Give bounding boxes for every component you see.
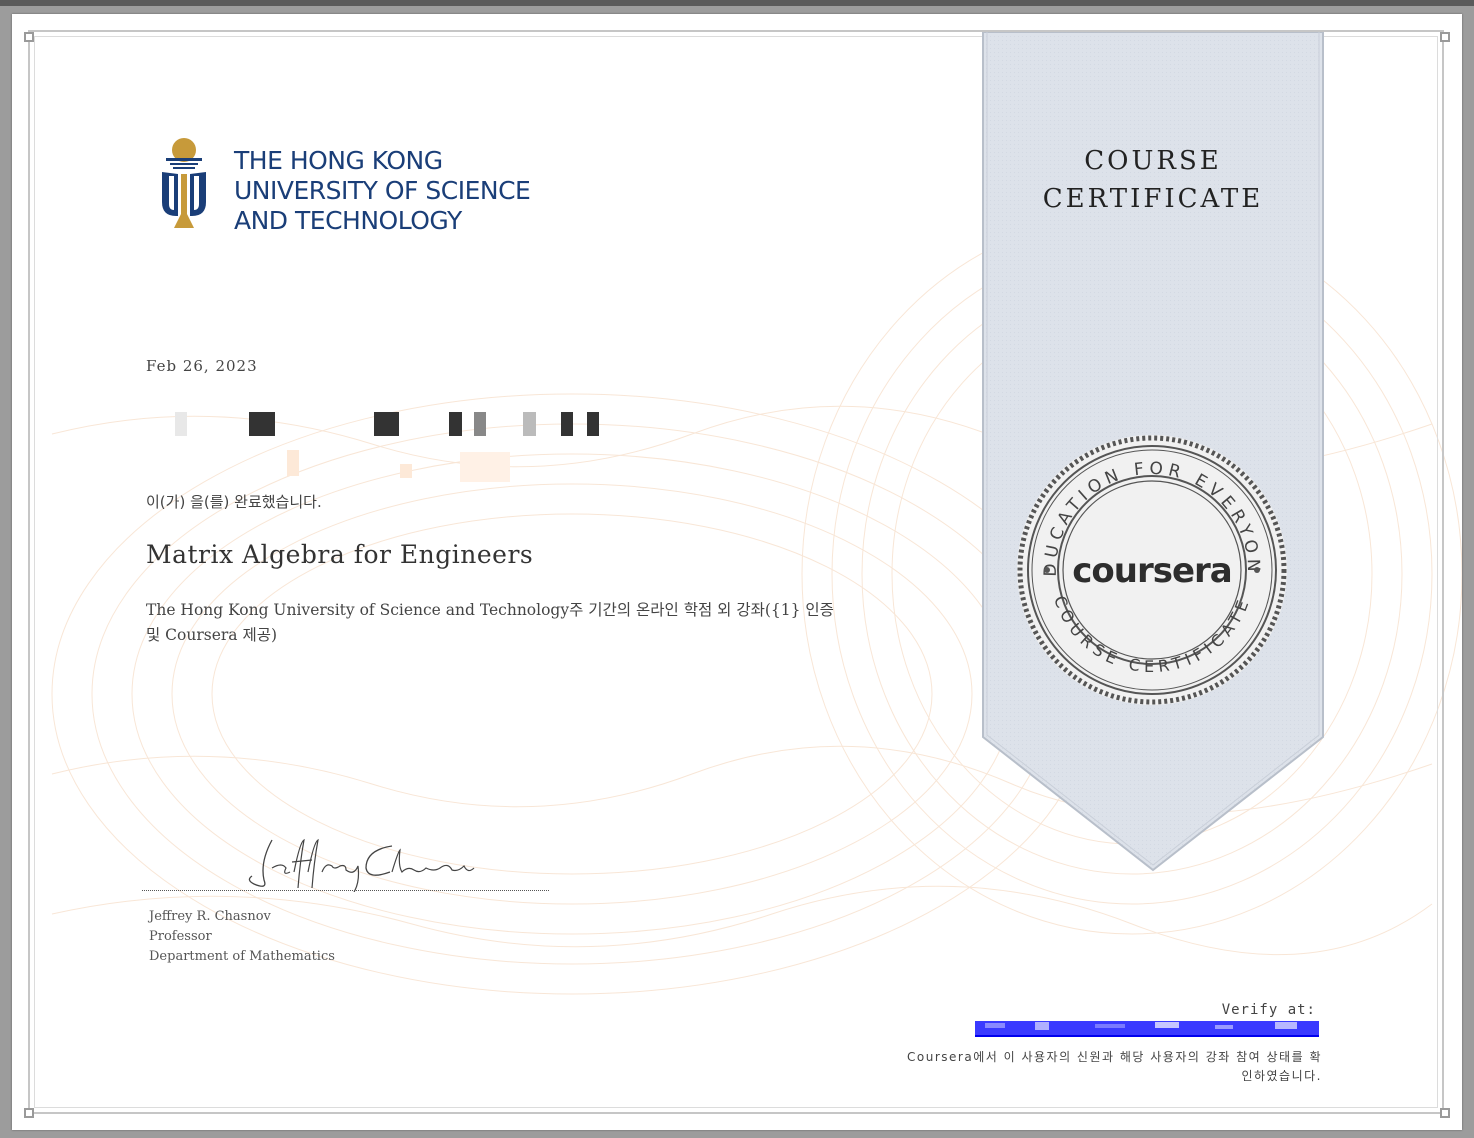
redacted-recipient-name	[175, 412, 599, 482]
ribbon-line-2: CERTIFICATE	[1042, 184, 1264, 214]
institution-line-3: AND TECHNOLOGY	[234, 206, 462, 235]
signer-department: Department of Mathematics	[149, 949, 335, 964]
corner-ornament	[24, 1108, 34, 1118]
certificate-page: THE HONG KONG UNIVERSITY OF SCIENCE AND …	[12, 14, 1462, 1130]
hkust-logo: THE HONG KONG UNIVERSITY OF SCIENCE AND …	[158, 136, 538, 246]
ribbon-line-1: COURSE	[1084, 146, 1222, 176]
verify-note-line-2: 인하였습니다.	[1241, 1069, 1322, 1083]
seal-brand: coursera	[1072, 551, 1232, 591]
verify-note-line-1: Coursera에서 이 사용자의 신원과 해당 사용자의 강좌 참여 상태를 …	[907, 1050, 1322, 1064]
course-description: The Hong Kong University of Science and …	[146, 601, 834, 644]
viewer-top-bar	[0, 0, 1474, 6]
completion-statement: 이(가) 을(를) 완료했습니다.	[146, 493, 322, 511]
ribbon-title: COURSE CERTIFICATE	[984, 142, 1322, 218]
institution-line-2: UNIVERSITY OF SCIENCE	[234, 176, 531, 205]
verify-link[interactable]	[975, 1019, 1319, 1039]
institution-line-1: THE HONG KONG	[234, 146, 443, 175]
institution-name: THE HONG KONG UNIVERSITY OF SCIENCE AND …	[234, 146, 531, 236]
verify-note: Coursera에서 이 사용자의 신원과 해당 사용자의 강좌 참여 상태를 …	[872, 1048, 1322, 1086]
course-title: Matrix Algebra for Engineers	[146, 540, 534, 569]
corner-ornament	[1440, 1108, 1450, 1118]
completion-date: Feb 26, 2023	[146, 357, 258, 375]
instructor-signature	[248, 838, 475, 892]
signer-block: Jeffrey R. Chasnov Professor Department …	[149, 907, 335, 967]
coursera-seal: EDUCATION FOR EVERYONE COURSE CERTIFICAT…	[1014, 432, 1287, 705]
signer-name: Jeffrey R. Chasnov	[149, 909, 271, 924]
corner-ornament	[1440, 32, 1450, 42]
verify-label: Verify at:	[1221, 1002, 1316, 1018]
signature-line	[142, 890, 549, 891]
corner-ornament	[24, 32, 34, 42]
hkust-emblem-icon	[162, 138, 206, 228]
signer-title: Professor	[149, 929, 212, 944]
